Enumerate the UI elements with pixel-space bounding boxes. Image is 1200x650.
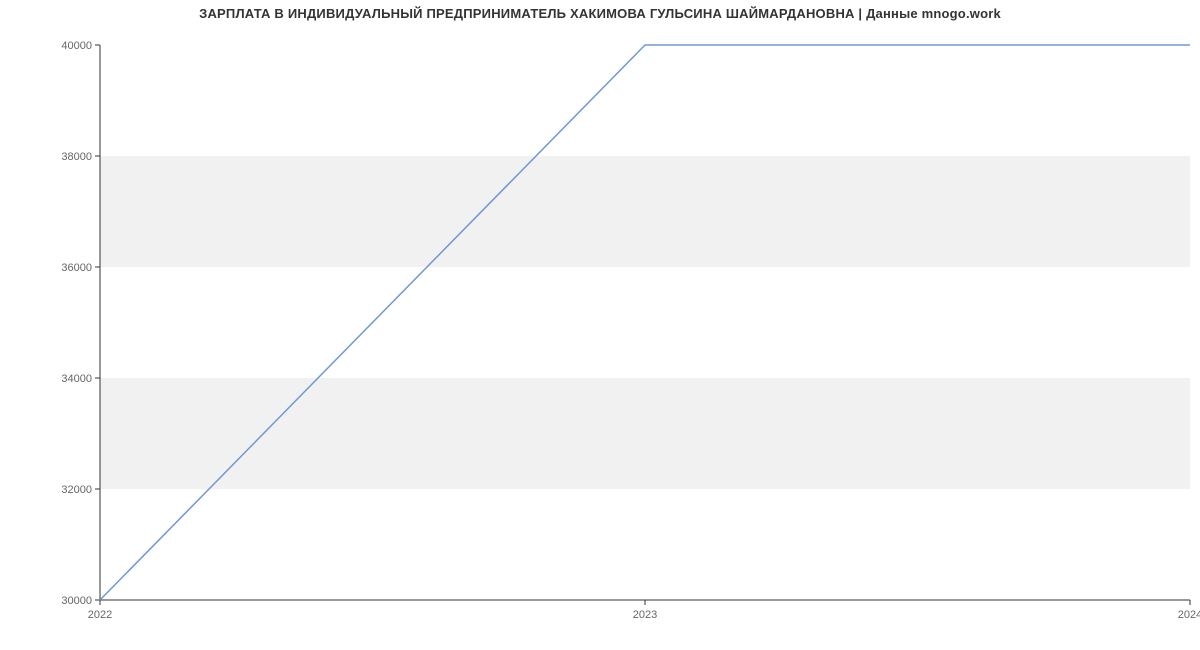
chart-container: ЗАРПЛАТА В ИНДИВИДУАЛЬНЫЙ ПРЕДПРИНИМАТЕЛ… [0,0,1200,650]
y-tick-label: 32000 [61,484,92,496]
x-tick-label: 2022 [88,609,112,621]
chart-title: ЗАРПЛАТА В ИНДИВИДУАЛЬНЫЙ ПРЕДПРИНИМАТЕЛ… [0,6,1200,21]
y-tick-label: 30000 [61,595,92,607]
x-tick-label: 2024 [1178,609,1200,621]
data-line [100,45,1190,600]
y-tick-label: 34000 [61,373,92,385]
y-tick-label: 40000 [61,40,92,52]
x-tick-label: 2023 [633,609,657,621]
y-tick-label: 36000 [61,262,92,274]
chart-svg: 30000 32000 34000 36000 38000 40000 2022 2023 20… [0,0,1200,650]
y-tick-label: 38000 [61,151,92,163]
chart-band [100,156,1190,267]
